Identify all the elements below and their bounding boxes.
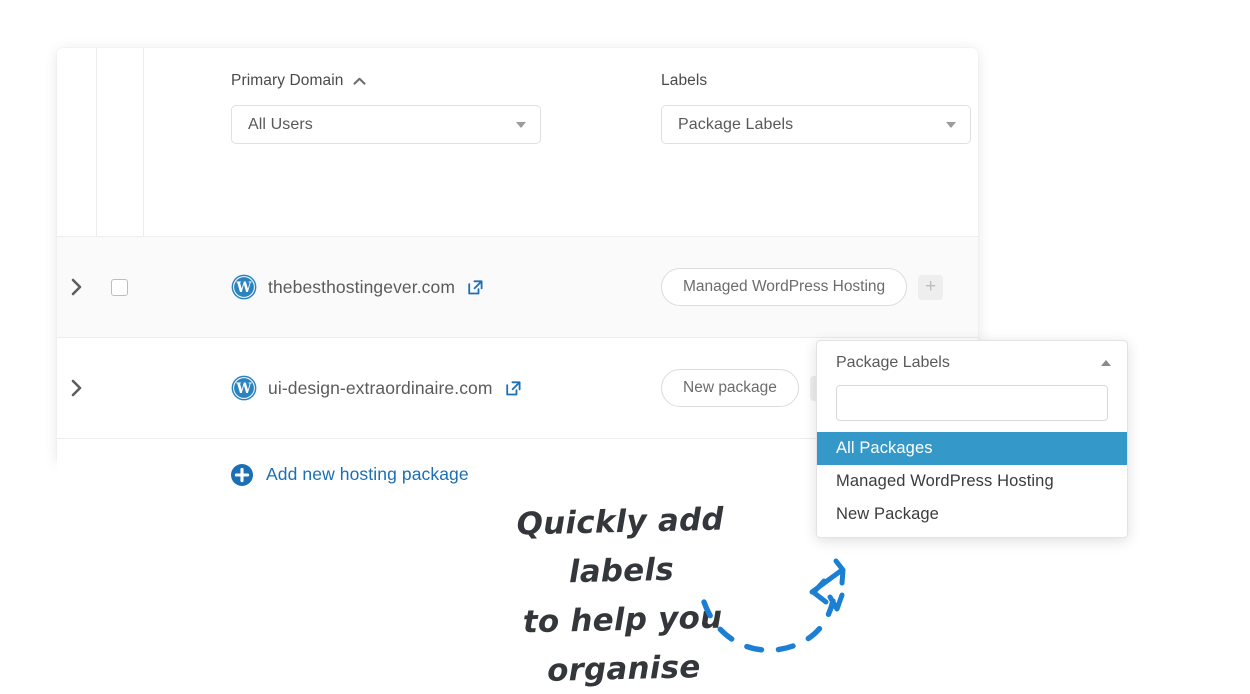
dropdown-option-managed-wordpress-hosting[interactable]: Managed WordPress Hosting <box>817 465 1127 498</box>
table-filter-header: Primary Domain All Users Labels Package … <box>143 48 978 186</box>
label-chip[interactable]: Managed WordPress Hosting <box>661 268 908 306</box>
row-select-checkbox[interactable] <box>96 237 143 337</box>
labels-select-value: Package Labels <box>678 115 794 133</box>
package-labels-dropdown: Package Labels All Packages Managed Word… <box>816 340 1128 538</box>
primary-domain-select[interactable]: All Users <box>231 105 541 144</box>
dropdown-option-label: New Package <box>836 505 939 523</box>
wordpress-icon: W <box>231 274 257 300</box>
plus-circle-icon <box>231 463 253 486</box>
chevron-right-icon <box>71 379 82 397</box>
wordpress-icon: W <box>231 375 257 401</box>
primary-domain-header-label: Primary Domain <box>231 72 344 89</box>
chevron-down-icon[interactable] <box>516 121 526 128</box>
external-link-icon[interactable] <box>468 279 483 295</box>
labels-header: Labels <box>661 72 971 90</box>
chevron-down-icon[interactable] <box>946 121 956 128</box>
dropdown-option-all-packages[interactable]: All Packages <box>817 432 1127 465</box>
labels-filter: Labels Package Labels <box>661 72 971 144</box>
label-chip[interactable]: New package <box>661 369 799 407</box>
dropdown-header[interactable]: Package Labels <box>817 341 1127 385</box>
screenshot-stage: Primary Domain All Users Labels Package … <box>0 0 1250 694</box>
add-new-hosting-package-label: Add new hosting package <box>266 464 469 484</box>
primary-domain-select-value: All Users <box>248 115 313 133</box>
expand-row-button[interactable] <box>57 338 96 438</box>
row-labels-cell: Managed WordPress Hosting + <box>661 237 944 337</box>
row-labels-cell: New package + <box>661 338 835 438</box>
primary-domain-header[interactable]: Primary Domain <box>231 72 541 90</box>
plus-icon: + <box>925 275 937 297</box>
chevron-right-icon <box>71 278 82 296</box>
caret-up-icon[interactable] <box>1101 360 1111 366</box>
expand-row-button[interactable] <box>57 237 96 337</box>
dropdown-option-new-package[interactable]: New Package <box>817 498 1127 531</box>
svg-text:W: W <box>235 381 252 397</box>
labels-header-label: Labels <box>661 72 708 89</box>
labels-select[interactable]: Package Labels <box>661 105 971 144</box>
caret-up-icon[interactable] <box>352 75 366 88</box>
table-row: W thebesthostingever.com Managed WordPre… <box>57 236 978 337</box>
svg-text:W: W <box>235 280 252 296</box>
row-domain-cell: W ui-design-extraordinaire.com <box>143 338 521 438</box>
add-label-button[interactable]: + <box>918 274 944 300</box>
primary-domain-filter: Primary Domain All Users <box>231 72 541 144</box>
dropdown-title: Package Labels <box>836 354 950 371</box>
dropdown-option-label: Managed WordPress Hosting <box>836 472 1054 490</box>
add-new-hosting-package-button[interactable]: Add new hosting package <box>143 439 469 510</box>
curved-dashed-arrow-icon <box>690 545 870 670</box>
domain-name[interactable]: thebesthostingever.com <box>268 277 455 298</box>
row-domain-cell: W thebesthostingever.com <box>143 237 483 337</box>
dropdown-option-label: All Packages <box>836 439 933 457</box>
checkbox-box <box>111 278 128 296</box>
dropdown-search-input[interactable] <box>836 385 1108 421</box>
external-link-icon[interactable] <box>505 380 521 396</box>
domain-name[interactable]: ui-design-extraordinaire.com <box>268 378 493 399</box>
